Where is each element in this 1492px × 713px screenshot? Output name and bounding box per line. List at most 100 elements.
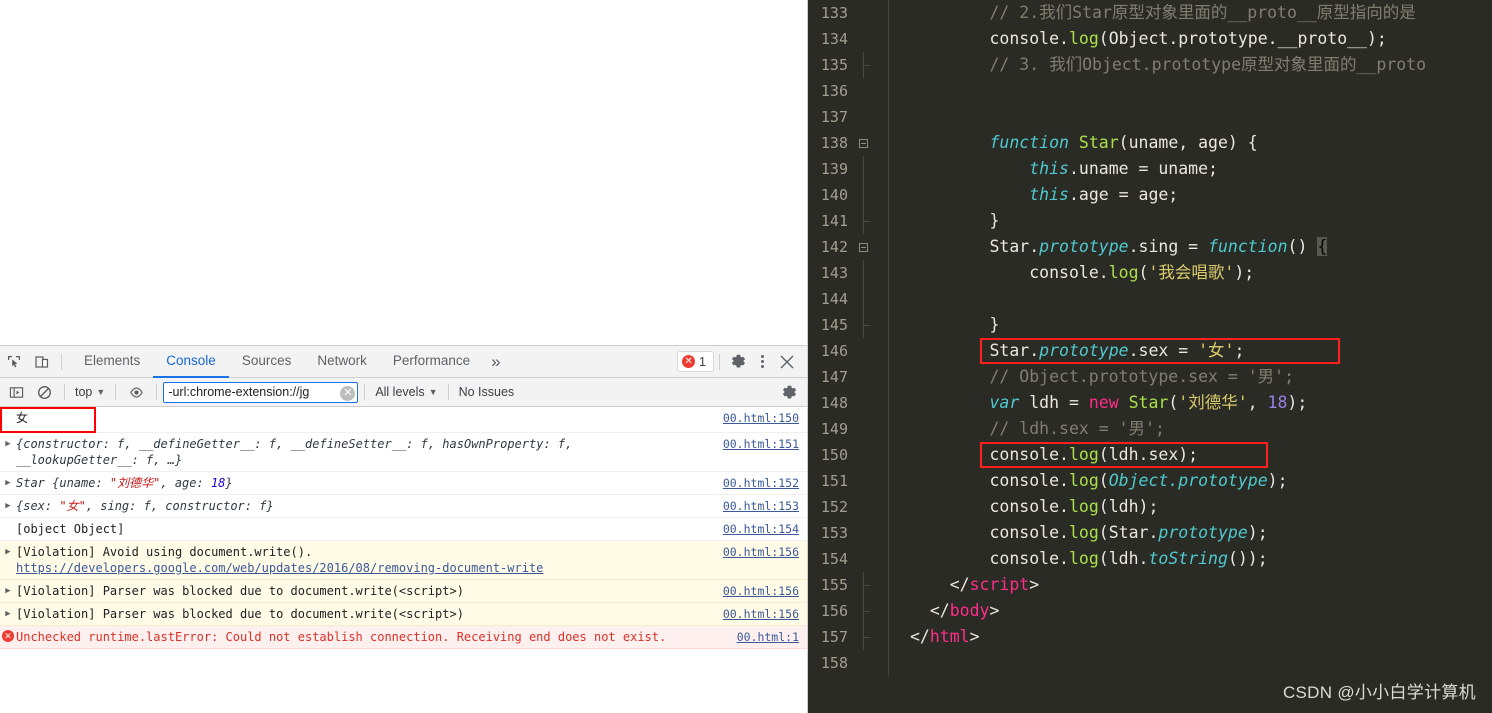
code-line[interactable]: 142 Star.prototype.sing = function() { <box>808 234 1492 260</box>
console-filter-input[interactable] <box>164 382 358 402</box>
tab-console[interactable]: Console <box>153 346 229 378</box>
device-toolbar-icon[interactable] <box>28 349 56 375</box>
toolbar-right-group: ✕ 1 <box>677 349 807 375</box>
console-source-link[interactable]: 00.html:156 <box>705 583 807 599</box>
expand-arrow-icon[interactable]: ▶ <box>0 544 16 560</box>
tab-network[interactable]: Network <box>304 346 380 378</box>
console-row[interactable]: ▶ {sex: "女", sing: f, constructor: f} 00.h… <box>0 495 807 518</box>
console-row[interactable]: ▶ [Violation] Avoid using document.write(… <box>0 541 807 580</box>
console-filter-input-wrap[interactable]: ✕ <box>163 381 359 403</box>
code-line[interactable]: 138 function Star(uname, age) { <box>808 130 1492 156</box>
code-line[interactable]: 152 console.log(ldh); <box>808 494 1492 520</box>
expand-arrow-icon[interactable]: ▶ <box>0 606 16 622</box>
gear-icon[interactable] <box>725 349 751 375</box>
live-expression-icon[interactable] <box>122 379 150 405</box>
console-row[interactable]: ▶ {constructor: f, __defineGetter__: f, _… <box>0 433 807 472</box>
line-number: 143 <box>808 260 854 286</box>
message-token: [Violation] Parser was blocked due to do… <box>16 584 464 598</box>
error-count-badge[interactable]: ✕ 1 <box>677 351 714 372</box>
code-line[interactable]: 133 // 2.我们Star原型对象里面的__proto__原型指向的是 <box>808 0 1492 26</box>
code-line[interactable]: 157 </html> <box>808 624 1492 650</box>
console-source-link[interactable]: 00.html:156 <box>705 606 807 622</box>
inspect-element-icon[interactable] <box>0 349 28 375</box>
expand-arrow-icon[interactable]: ▶ <box>0 475 16 491</box>
console-source-link[interactable]: 00.html:154 <box>705 521 807 537</box>
console-row[interactable]: ▶ Star {uname: "刘德华", age: 18} 00.html:152 <box>0 472 807 495</box>
code-line[interactable]: 154 console.log(ldh.toString()); <box>808 546 1492 572</box>
console-row[interactable]: 女 00.html:150 <box>0 407 807 433</box>
expand-arrow-icon[interactable]: ▶ <box>0 498 16 514</box>
code-line[interactable]: 148 var ldh = new Star('刘德华', 18); <box>808 390 1492 416</box>
code-line[interactable]: 141 } <box>808 208 1492 234</box>
fold-gutter <box>854 286 872 312</box>
console-message-list[interactable]: 女 00.html:150 ▶ {constructor: f, __defineGe… <box>0 407 807 713</box>
code-line[interactable]: 158 <box>808 650 1492 676</box>
fold-gutter <box>854 312 872 338</box>
code-token: '女' <box>1198 341 1235 360</box>
console-source-link[interactable]: 00.html:150 <box>705 410 807 426</box>
code-line[interactable]: 151 console.log(Object.prototype); <box>808 468 1492 494</box>
fold-gutter <box>854 572 872 598</box>
console-source-link[interactable]: 00.html:1 <box>705 629 807 645</box>
tab-performance[interactable]: Performance <box>380 346 483 378</box>
console-row[interactable]: ▶ [Violation] Parser was blocked due to d… <box>0 603 807 626</box>
indent-guide <box>872 260 910 286</box>
tab-sources[interactable]: Sources <box>229 346 305 378</box>
message-token[interactable]: https://developers.google.com/web/update… <box>16 561 543 575</box>
code-line[interactable]: 147 // Object.prototype.sex = '男'; <box>808 364 1492 390</box>
message-token: 18 <box>210 476 226 490</box>
message-token: 女 <box>16 411 29 425</box>
code-token: (ldh); <box>1098 497 1159 516</box>
close-icon[interactable] <box>773 349 801 375</box>
console-source-link[interactable]: 00.html:156 <box>705 544 807 560</box>
tab-elements[interactable]: Elements <box>71 346 153 378</box>
code-line[interactable]: 136 <box>808 78 1492 104</box>
expand-arrow-icon[interactable]: ▶ <box>0 583 16 599</box>
code-line[interactable]: 143 console.log('我会唱歌'); <box>808 260 1492 286</box>
code-line[interactable]: 144 <box>808 286 1492 312</box>
console-row[interactable]: [object Object] 00.html:154 <box>0 518 807 541</box>
code-line[interactable]: 155 </script> <box>808 572 1492 598</box>
code-line[interactable]: 153 console.log(Star.prototype); <box>808 520 1492 546</box>
console-row[interactable]: ▶ [Violation] Parser was blocked due to d… <box>0 580 807 603</box>
code-line[interactable]: 139 this.uname = uname; <box>808 156 1492 182</box>
kebab-menu-icon[interactable] <box>751 355 773 368</box>
code-token: } <box>910 315 1000 334</box>
code-line[interactable]: 140 this.age = age; <box>808 182 1492 208</box>
fold-gutter <box>854 390 872 416</box>
code-text: // 2.我们Star原型对象里面的__proto__原型指向的是 <box>910 0 1492 26</box>
line-number: 155 <box>808 572 854 598</box>
code-line[interactable]: 137 <box>808 104 1492 130</box>
message-token: f <box>420 437 428 451</box>
code-line[interactable]: 134 console.log(Object.prototype.__proto… <box>808 26 1492 52</box>
code-line[interactable]: 146 Star.prototype.sex = '女'; <box>808 338 1492 364</box>
code-line[interactable]: 156 </body> <box>808 598 1492 624</box>
console-row[interactable]: ✕ Unchecked runtime.lastError: Could not … <box>0 626 807 649</box>
message-token: , __defineSetter__: <box>276 437 421 451</box>
code-token: .sex = <box>1128 341 1199 360</box>
console-message-text: [Violation] Avoid using document.write()… <box>16 544 705 576</box>
console-sidebar-icon[interactable] <box>2 379 30 405</box>
clear-input-icon[interactable]: ✕ <box>340 385 356 401</box>
code-line[interactable]: 135 // 3. 我们Object.prototype原型对象里面的__pro… <box>808 52 1492 78</box>
code-line[interactable]: 150 console.log(ldh.sex); <box>808 442 1492 468</box>
code-text: console.log(ldh); <box>910 494 1492 520</box>
code-editor-pane[interactable]: 133 // 2.我们Star原型对象里面的__proto__原型指向的是 134… <box>808 0 1492 713</box>
console-source-link[interactable]: 00.html:152 <box>705 475 807 491</box>
fold-toggle-icon[interactable] <box>854 130 872 156</box>
clear-console-icon[interactable] <box>30 379 58 405</box>
more-tabs-icon[interactable]: » <box>483 346 508 378</box>
console-source-link[interactable]: 00.html:151 <box>705 436 807 452</box>
expand-arrow-icon[interactable]: ▶ <box>0 436 16 452</box>
code-line[interactable]: 149 // ldh.sex = '男'; <box>808 416 1492 442</box>
log-level-select[interactable]: All levels ▼ <box>371 385 441 399</box>
line-number: 150 <box>808 442 854 468</box>
indent-guide <box>872 572 910 598</box>
console-settings-icon[interactable] <box>776 379 802 405</box>
issues-button[interactable]: No Issues <box>455 385 519 399</box>
execution-context-select[interactable]: top ▼ <box>71 385 109 399</box>
fold-toggle-icon[interactable] <box>854 234 872 260</box>
console-source-link[interactable]: 00.html:153 <box>705 498 807 514</box>
code-line[interactable]: 145 } <box>808 312 1492 338</box>
